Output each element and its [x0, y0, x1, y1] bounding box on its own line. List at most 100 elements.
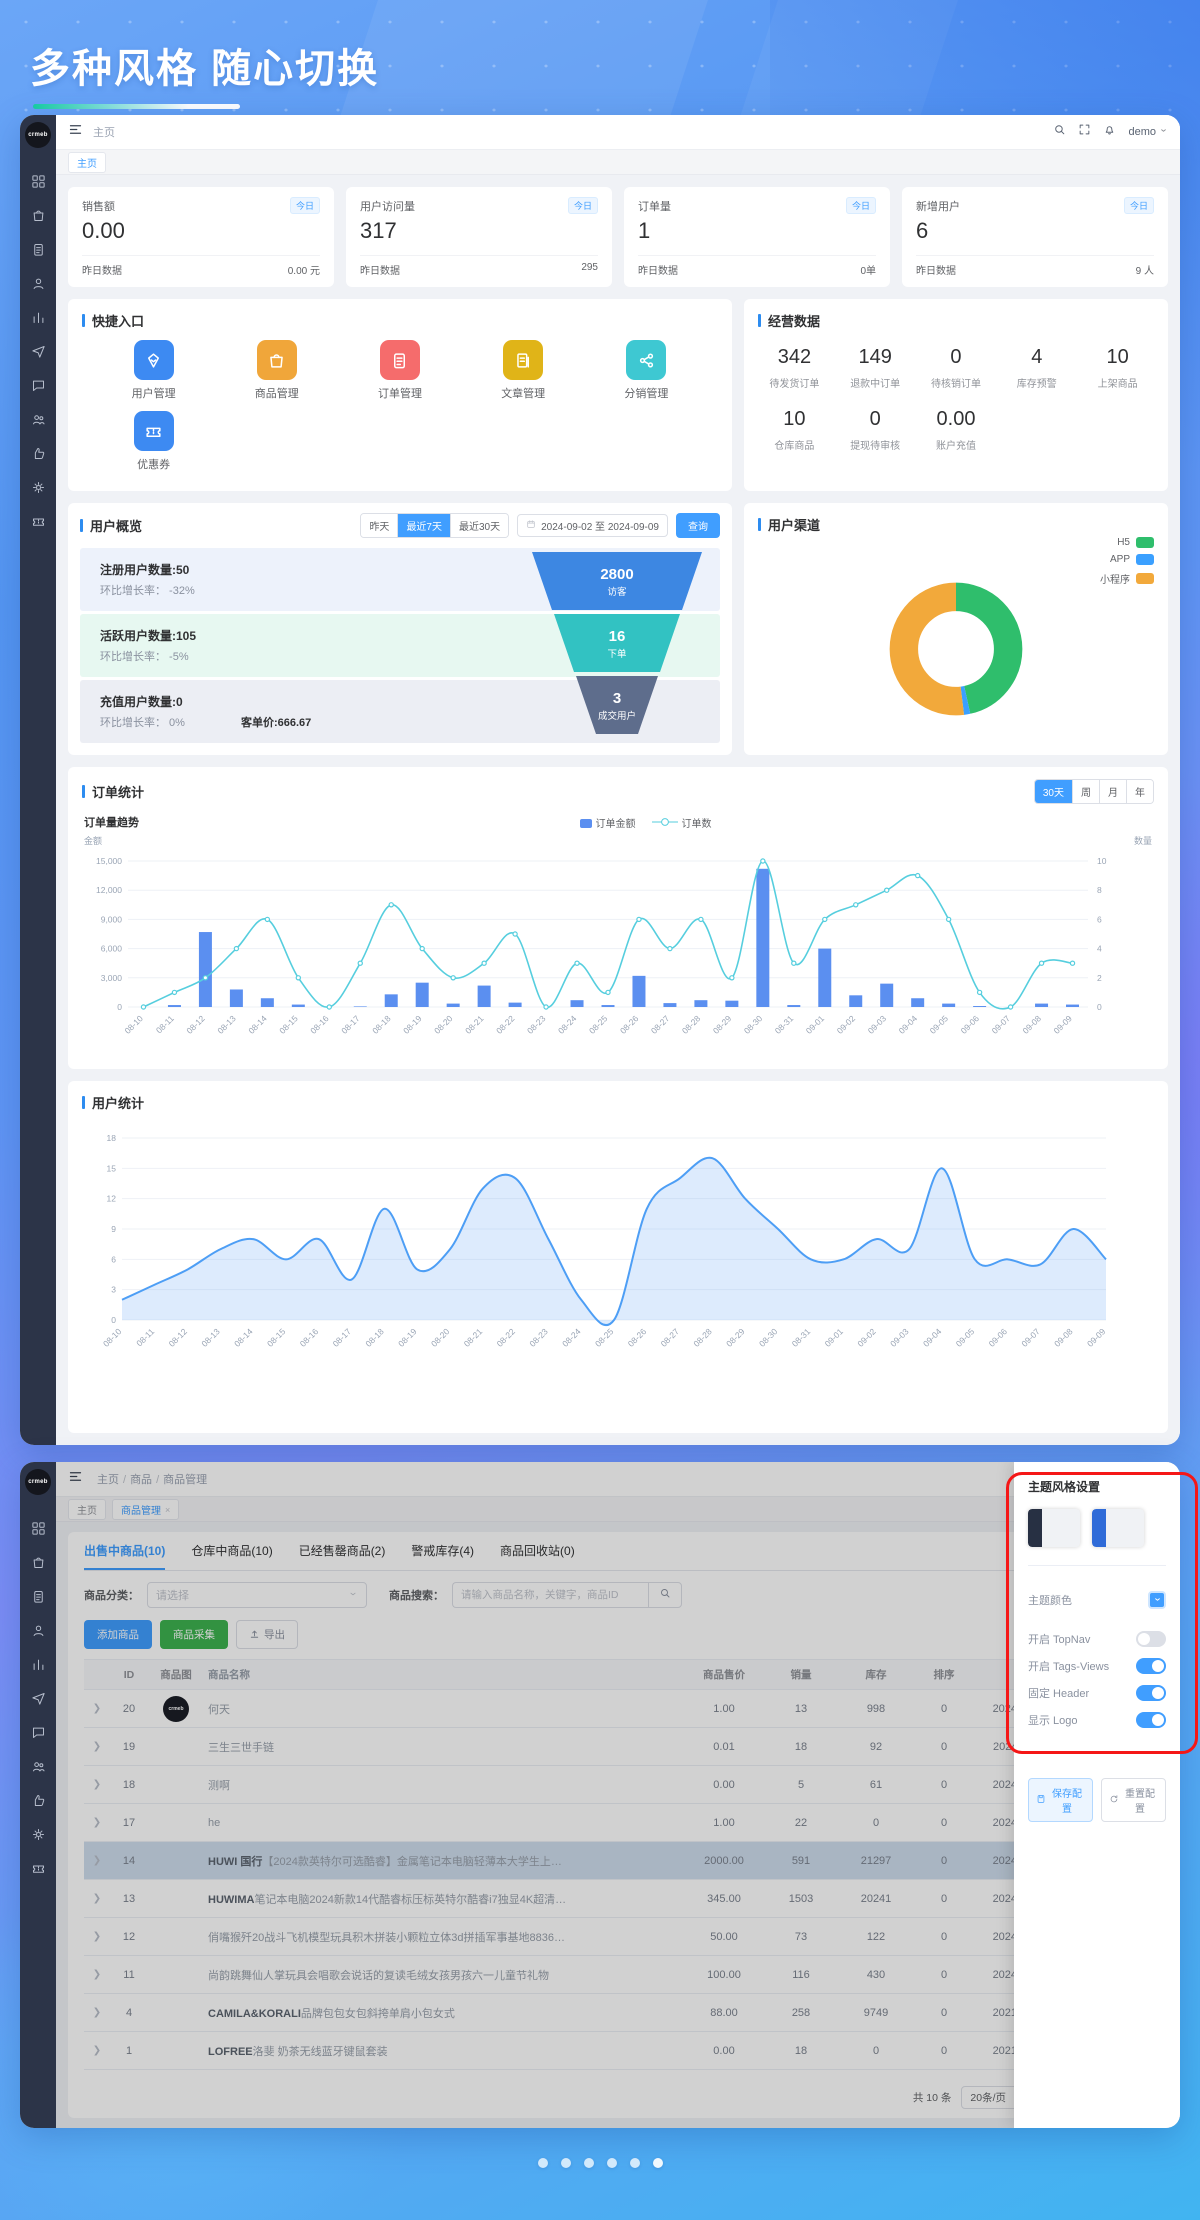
legend-item-APP[interactable]: APP: [1110, 554, 1154, 565]
menu-chat-icon[interactable]: [23, 368, 53, 402]
svg-text:08-22: 08-22: [495, 1326, 518, 1349]
yesterday-label: 昨日数据: [360, 262, 400, 277]
menu-users-icon[interactable]: [23, 1749, 53, 1783]
reset-config-button[interactable]: 重置配置: [1101, 1778, 1166, 1822]
user-channel-card: 用户渠道 H5 APP 小程序: [744, 503, 1168, 755]
user-menu[interactable]: demo: [1128, 126, 1168, 138]
carousel-dot-5[interactable]: [630, 2158, 640, 2168]
legend-item-小程序[interactable]: 小程序: [1100, 571, 1154, 586]
svg-text:09-03: 09-03: [888, 1326, 911, 1349]
menu-users-icon[interactable]: [23, 402, 53, 436]
carousel-dot-2[interactable]: [561, 2158, 571, 2168]
menu-bag-icon[interactable]: [23, 198, 53, 232]
menu-gear-icon[interactable]: [23, 470, 53, 504]
menu-chart-icon[interactable]: [23, 300, 53, 334]
layout-thumb-dark-sidebar[interactable]: [1028, 1509, 1080, 1547]
range-tab-昨天[interactable]: 昨天: [361, 514, 397, 537]
menu-user-icon[interactable]: [23, 266, 53, 300]
menu-clipboard-icon[interactable]: [23, 1579, 53, 1613]
svg-text:10: 10: [1097, 856, 1107, 866]
y-left-caption: 金额: [84, 834, 102, 847]
menu-chat-icon[interactable]: [23, 1715, 53, 1749]
menu-grid-icon[interactable]: [23, 164, 53, 198]
layout-thumb-blue-sidebar[interactable]: [1092, 1509, 1144, 1547]
legend-color-chip: [1136, 537, 1154, 548]
drawer-mask[interactable]: [56, 1462, 1180, 2128]
dashboard-content: 销售额今日0.00昨日数据0.00 元用户访问量今日317昨日数据295订单量今…: [56, 175, 1180, 1445]
theme-color-picker[interactable]: [1148, 1591, 1166, 1609]
stat-title: 销售额: [82, 198, 115, 214]
svg-text:08-31: 08-31: [773, 1013, 796, 1036]
carousel-dot-6[interactable]: [653, 2158, 663, 2168]
menu-gear-icon[interactable]: [23, 1817, 53, 1851]
quick-entry-分销管理[interactable]: 分销管理: [585, 340, 708, 401]
menu-plane-icon[interactable]: [23, 1681, 53, 1715]
order-range-tab-年[interactable]: 年: [1126, 780, 1153, 803]
carousel-dot-3[interactable]: [584, 2158, 594, 2168]
svg-text:08-27: 08-27: [659, 1326, 682, 1349]
svg-text:08-18: 08-18: [363, 1326, 386, 1349]
legend-item-count[interactable]: 订单数: [652, 815, 712, 830]
query-button[interactable]: 查询: [676, 513, 720, 538]
svg-text:16: 16: [609, 628, 626, 645]
app-logo[interactable]: crmeb: [25, 122, 51, 148]
toggle-开启 TopNav[interactable]: [1136, 1631, 1166, 1647]
breadcrumb[interactable]: 主页: [93, 124, 115, 140]
menu-user-icon[interactable]: [23, 1613, 53, 1647]
tag-home[interactable]: 主页: [68, 152, 106, 173]
order-stats-card: 订单统计 30天周月年 订单量趋势 订单金额订单数 金额 数量 03,0006,…: [68, 767, 1168, 1069]
fullscreen-icon[interactable]: [1078, 123, 1091, 141]
svg-text:08-28: 08-28: [691, 1326, 714, 1349]
stat-cards-row: 销售额今日0.00昨日数据0.00 元用户访问量今日317昨日数据295订单量今…: [68, 187, 1168, 287]
svg-text:08-25: 08-25: [593, 1326, 616, 1349]
legend-item-H5[interactable]: H5: [1117, 537, 1154, 548]
menu-like-icon[interactable]: [23, 436, 53, 470]
order-range-tab-周[interactable]: 周: [1072, 780, 1099, 803]
channel-donut-chart: [877, 570, 1035, 733]
menu-clipboard-icon[interactable]: [23, 232, 53, 266]
quick-entry-用户管理[interactable]: 用户管理: [92, 340, 215, 401]
menu-chart-icon[interactable]: [23, 1647, 53, 1681]
quick-entry-文章管理[interactable]: 文章管理: [462, 340, 585, 401]
menu-bag-icon[interactable]: [23, 1545, 53, 1579]
menu-grid-icon[interactable]: [23, 1511, 53, 1545]
svg-text:08-13: 08-13: [215, 1013, 238, 1036]
toggle-开启 Tags-Views[interactable]: [1136, 1658, 1166, 1674]
menu-like-icon[interactable]: [23, 1783, 53, 1817]
svg-text:18: 18: [107, 1133, 117, 1143]
svg-text:08-19: 08-19: [401, 1013, 424, 1036]
section-title: 订单统计: [82, 782, 144, 801]
quick-entry-订单管理[interactable]: 订单管理: [338, 340, 461, 401]
menu-ticket-icon[interactable]: [23, 504, 53, 538]
notification-bell-icon[interactable]: [1103, 123, 1116, 141]
date-range-picker[interactable]: 2024-09-02 至 2024-09-09: [517, 514, 668, 537]
svg-text:08-23: 08-23: [525, 1013, 548, 1036]
legend-item-amount[interactable]: 订单金额: [580, 815, 636, 830]
search-icon[interactable]: [1053, 123, 1066, 141]
toggle-固定 Header[interactable]: [1136, 1685, 1166, 1701]
business-data-card: 经营数据 342待发货订单149退款中订单0待核销订单4库存预警10上架商品10…: [744, 299, 1168, 491]
range-tab-最近30天[interactable]: 最近30天: [450, 514, 508, 537]
app-logo[interactable]: crmeb: [25, 1469, 51, 1495]
order-range-tab-月[interactable]: 月: [1099, 780, 1126, 803]
collapse-menu-icon[interactable]: [68, 122, 83, 142]
business-metric: 342待发货订单: [754, 346, 835, 390]
svg-text:08-26: 08-26: [618, 1013, 641, 1036]
carousel-dot-1[interactable]: [538, 2158, 548, 2168]
range-tab-最近7天[interactable]: 最近7天: [397, 514, 450, 537]
section-title: 用户渠道: [758, 515, 820, 534]
svg-text:08-17: 08-17: [331, 1326, 354, 1349]
toggle-显示 Logo[interactable]: [1136, 1712, 1166, 1728]
menu-ticket-icon[interactable]: [23, 1851, 53, 1885]
save-config-button[interactable]: 保存配置: [1028, 1778, 1093, 1822]
svg-text:访客: 访客: [607, 586, 627, 598]
order-range-tab-30天[interactable]: 30天: [1035, 780, 1072, 803]
svg-text:08-26: 08-26: [626, 1326, 649, 1349]
carousel-dot-4[interactable]: [607, 2158, 617, 2168]
quick-entry-商品管理[interactable]: 商品管理: [215, 340, 338, 401]
menu-plane-icon[interactable]: [23, 334, 53, 368]
legend-color-chip: [1136, 554, 1154, 565]
svg-text:09-04: 09-04: [897, 1013, 920, 1036]
ticket-icon: [134, 411, 174, 451]
quick-entry-优惠券[interactable]: 优惠券: [92, 411, 215, 472]
